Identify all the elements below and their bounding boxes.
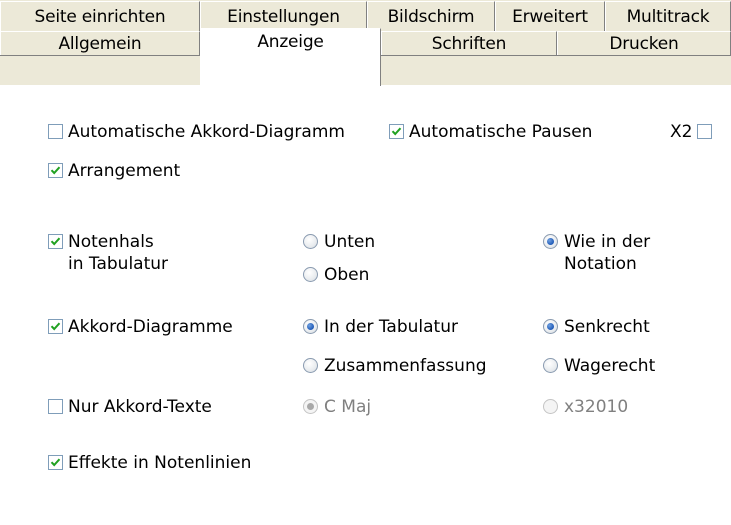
arrangement-label: Arrangement <box>68 161 181 181</box>
summary-radio[interactable] <box>303 358 318 373</box>
summary-label: Zusammenfassung <box>324 356 487 376</box>
effects-option[interactable]: Effekte in Notenlinien <box>48 452 251 474</box>
cmaj-option: C Maj <box>303 396 371 418</box>
vertical-radio[interactable] <box>543 319 558 334</box>
arrangement-checkbox[interactable] <box>48 163 63 178</box>
x32010-option: x32010 <box>543 396 628 418</box>
stems-label: Notenhals in Tabulatur <box>68 231 168 275</box>
checkmark-icon <box>50 166 61 175</box>
chord-text-only-checkbox[interactable] <box>48 399 63 414</box>
x2-option[interactable]: X2 <box>670 121 717 143</box>
stems-option[interactable]: Notenhals in Tabulatur <box>48 231 168 275</box>
tab-anzeige[interactable]: Anzeige <box>200 28 381 86</box>
in-tab-option[interactable]: In der Tabulatur <box>303 316 458 338</box>
arrangement-option[interactable]: Arrangement <box>48 160 180 182</box>
summary-option[interactable]: Zusammenfassung <box>303 355 487 377</box>
stems-checkbox[interactable] <box>48 234 63 249</box>
auto-rests-checkbox[interactable] <box>389 124 404 139</box>
tab-schriften[interactable]: Schriften <box>381 31 557 55</box>
stems-down-label: Unten <box>324 232 376 252</box>
effects-label: Effekte in Notenlinien <box>68 453 252 473</box>
stems-notation-label: Wie in der Notation <box>564 231 650 275</box>
x2-checkbox[interactable] <box>697 124 713 139</box>
auto-chord-diagram-option[interactable]: Automatische Akkord-Diagramm <box>48 121 398 143</box>
in-tab-radio[interactable] <box>303 319 318 334</box>
tab-multitrack[interactable]: Multitrack <box>605 1 731 31</box>
auto-rests-label: Automatische Pausen <box>409 122 593 142</box>
checkmark-icon <box>50 322 61 331</box>
tab-seite-einrichten[interactable]: Seite einrichten <box>0 1 200 31</box>
tab-einstellungen[interactable]: Einstellungen <box>200 1 367 31</box>
tab-erweitert[interactable]: Erweitert <box>495 1 605 31</box>
chord-diagrams-checkbox[interactable] <box>48 319 63 334</box>
x32010-radio <box>543 399 558 414</box>
checkmark-icon <box>391 127 402 136</box>
auto-chord-diagram-checkbox[interactable] <box>48 124 63 139</box>
tab-allgemein[interactable]: Allgemein <box>0 31 200 55</box>
tab-bildschirm[interactable]: Bildschirm <box>367 1 495 31</box>
chord-diagrams-label: Akkord-Diagramme <box>68 317 233 337</box>
vertical-label: Senkrecht <box>564 317 650 337</box>
effects-checkbox[interactable] <box>48 455 63 470</box>
x32010-label: x32010 <box>564 397 629 417</box>
cmaj-radio <box>303 399 318 414</box>
stems-notation-label-line2: Notation <box>564 254 637 274</box>
stems-down-option[interactable]: Unten <box>303 231 375 253</box>
stems-down-radio[interactable] <box>303 234 318 249</box>
stems-notation-option[interactable]: Wie in der Notation <box>543 231 650 275</box>
vertical-option[interactable]: Senkrecht <box>543 316 650 338</box>
chord-diagrams-option[interactable]: Akkord-Diagramme <box>48 316 233 338</box>
checkmark-icon <box>50 458 61 467</box>
auto-chord-diagram-label: Automatische Akkord-Diagramm <box>68 122 345 142</box>
chord-text-only-option[interactable]: Nur Akkord-Texte <box>48 396 212 418</box>
tab-row-divider <box>0 55 200 56</box>
auto-rests-option[interactable]: Automatische Pausen <box>389 121 592 143</box>
tab-drucken[interactable]: Drucken <box>557 31 731 55</box>
stems-notation-label-line1: Wie in der <box>564 232 651 252</box>
stems-up-option[interactable]: Oben <box>303 264 369 286</box>
cmaj-label: C Maj <box>324 397 372 417</box>
stems-label-line1: Notenhals <box>68 232 154 252</box>
stems-label-line2: in Tabulatur <box>68 254 169 274</box>
checkmark-icon <box>50 237 61 246</box>
stems-up-label: Oben <box>324 265 370 285</box>
chord-text-only-label: Nur Akkord-Texte <box>68 397 212 417</box>
x2-label: X2 <box>670 122 693 142</box>
horizontal-label: Wagerecht <box>564 356 656 376</box>
tab-row-divider-right <box>381 55 731 56</box>
horizontal-radio[interactable] <box>543 358 558 373</box>
in-tab-label: In der Tabulatur <box>324 317 458 337</box>
stems-notation-radio[interactable] <box>543 234 558 249</box>
stems-up-radio[interactable] <box>303 267 318 282</box>
horizontal-option[interactable]: Wagerecht <box>543 355 655 377</box>
